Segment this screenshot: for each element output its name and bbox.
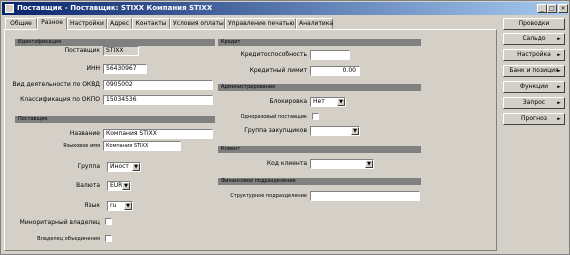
group-label: Группа — [77, 163, 100, 170]
lang-name-label: Языковое имя — [63, 143, 100, 149]
minority-owner-checkbox[interactable] — [105, 218, 112, 225]
window-title: Поставщик - Поставщик: STIXX Компания ST… — [17, 4, 213, 12]
okvd-label: Вид деятельности по ОКВД — [12, 81, 100, 88]
section-identification: Идентификация — [15, 39, 215, 46]
client-code-label: Код клиента — [266, 160, 307, 167]
close-button[interactable]: × — [558, 4, 568, 13]
creditworthiness-label: Кредитоспособность — [240, 51, 307, 58]
minimize-button[interactable]: _ — [537, 4, 547, 13]
buyer-group-select[interactable]: ▼ — [310, 126, 360, 136]
tab-analytics[interactable]: Аналитика — [296, 18, 333, 29]
maximize-button[interactable]: □ — [547, 4, 557, 13]
functions-arrow-icon: ► — [557, 84, 561, 90]
merge-owner-label: Владелец объединения — [37, 236, 100, 242]
language-select[interactable]: ru ▼ — [107, 201, 133, 211]
supplier-label: Поставщик — [64, 47, 100, 54]
blocking-dropdown-icon[interactable]: ▼ — [337, 98, 345, 106]
currency-select[interactable]: EUR ▼ — [107, 181, 131, 191]
section-financial-unit: Финансовое подразделение — [218, 178, 421, 185]
structure-unit-field[interactable] — [310, 191, 420, 201]
tab-misc[interactable]: Разное — [37, 17, 67, 30]
section-supplier: Поставщик — [15, 116, 215, 123]
tab-payment-terms[interactable]: Условия оплаты — [170, 18, 225, 29]
tab-address[interactable]: Адрес — [107, 18, 132, 29]
structure-unit-label: Структурное подразделение — [230, 193, 307, 199]
tab-print-management[interactable]: Управление печатью — [225, 18, 296, 29]
blocking-label: Блокировка — [269, 98, 307, 105]
bank-arrow-icon: ► — [557, 68, 561, 74]
creditworthiness-field[interactable] — [310, 50, 350, 60]
supplier-window: Поставщик - Поставщик: STIXX Компания ST… — [0, 0, 570, 255]
tab-contacts[interactable]: Контакты — [132, 18, 170, 29]
credit-limit-label: Кредитный лимит — [249, 67, 307, 74]
forecast-arrow-icon: ► — [557, 116, 561, 122]
inquiry-button[interactable]: Запрос ► — [503, 97, 565, 109]
inquiry-arrow-icon: ► — [557, 100, 561, 106]
currency-label: Валюта — [76, 182, 100, 189]
tab-settings[interactable]: Настройки — [67, 18, 107, 29]
group-select[interactable]: Иност ▼ — [107, 162, 141, 172]
name-label: Название — [69, 130, 100, 137]
okpo-field[interactable]: 15034536 — [103, 95, 213, 105]
group-dropdown-icon[interactable]: ▼ — [132, 163, 140, 171]
client-code-select[interactable]: ▼ — [310, 159, 374, 169]
buyer-group-dropdown-icon[interactable]: ▼ — [351, 127, 359, 135]
inn-field[interactable]: 56430967 — [103, 64, 147, 74]
balance-button[interactable]: Сальдо ► — [503, 33, 565, 45]
setup-arrow-icon: ► — [557, 52, 561, 58]
lang-name-field[interactable]: Компания STIXX — [103, 141, 181, 151]
okvd-field[interactable]: 0905002 — [103, 80, 213, 90]
client-code-dropdown-icon[interactable]: ▼ — [365, 160, 373, 168]
tab-general[interactable]: Общие — [5, 18, 37, 29]
name-field[interactable]: Компания STIXX — [103, 129, 213, 139]
minority-owner-label: Миноритарный владелец — [19, 219, 100, 226]
title-bar[interactable]: Поставщик - Поставщик: STIXX Компания ST… — [2, 2, 568, 15]
onetime-supplier-label: Одноразовый поставщик — [240, 114, 307, 120]
setup-button[interactable]: Настройка ► — [503, 49, 565, 61]
postings-button[interactable]: Проводки — [503, 18, 565, 30]
language-dropdown-icon[interactable]: ▼ — [124, 202, 132, 210]
section-client: Клиент — [218, 146, 421, 153]
supplier-field[interactable]: STIXX — [103, 46, 139, 56]
balance-arrow-icon: ► — [557, 36, 561, 42]
section-administration: Администрирование — [218, 84, 421, 91]
section-credit: Кредит — [218, 39, 421, 46]
blocking-select[interactable]: Нет ▼ — [310, 97, 346, 107]
language-label: Язык — [84, 202, 100, 209]
forecast-button[interactable]: Прогноз ► — [503, 113, 565, 125]
currency-dropdown-icon[interactable]: ▼ — [122, 182, 130, 190]
merge-owner-checkbox[interactable] — [105, 235, 112, 242]
inn-label: ИНН — [86, 65, 100, 72]
functions-button[interactable]: Функции ► — [503, 81, 565, 93]
buyer-group-label: Группа закупщиков — [244, 127, 307, 134]
app-icon — [5, 4, 14, 13]
credit-limit-field[interactable]: 0.00 — [310, 66, 360, 76]
bank-button[interactable]: Банк и позиция ► — [503, 65, 565, 77]
okpo-label: Классификация по ОКПО — [20, 96, 100, 103]
onetime-supplier-checkbox[interactable] — [312, 113, 319, 120]
tab-content-panel: Идентификация Поставщик STIXX ИНН 564309… — [4, 29, 497, 251]
